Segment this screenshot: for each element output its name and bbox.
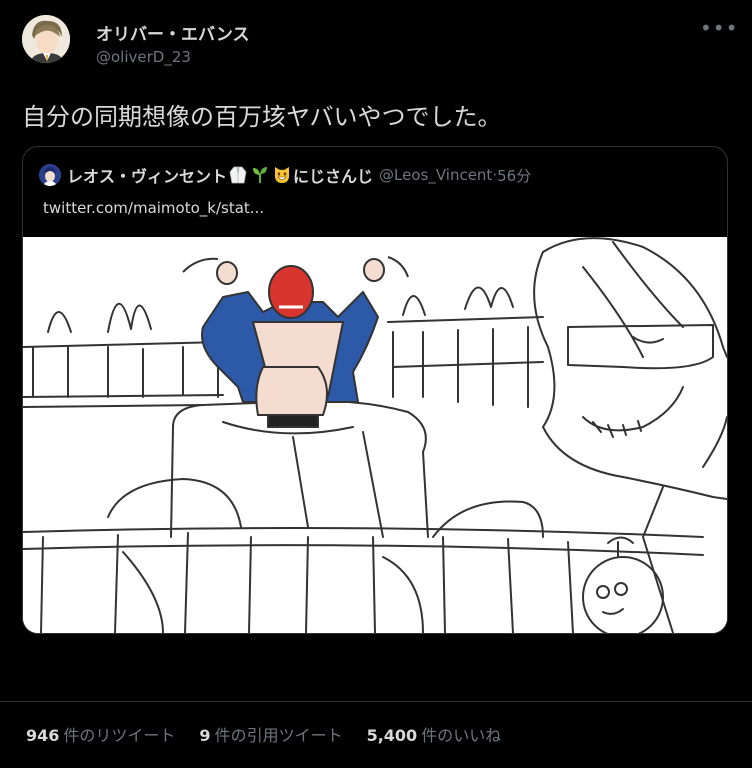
quoted-tweet-header: レオス・ヴィンセント にじさんじ @Leos_Vincent · 56分 bbox=[39, 163, 531, 187]
manga-illustration bbox=[23, 237, 727, 633]
retweets-label: 件のリツイート bbox=[63, 726, 176, 745]
more-options-button[interactable]: ••• bbox=[700, 18, 737, 46]
author-avatar[interactable] bbox=[22, 15, 70, 63]
likes-count: 5,400 bbox=[366, 726, 418, 745]
quote-tweets-count: 9 bbox=[199, 726, 211, 745]
quoted-timestamp[interactable]: 56分 bbox=[497, 165, 531, 186]
tweet: オリバー・エバンス @oliverD_23 ••• 自分の同期想像の百万垓ヤバい… bbox=[0, 0, 752, 768]
engagement-stats: 946 件のリツイート 9 件の引用ツイート 5,400 件のいいね bbox=[26, 722, 525, 746]
quoted-tweet-image[interactable] bbox=[23, 237, 727, 633]
likes-label: 件のいいね bbox=[421, 726, 502, 745]
tweet-text: 自分の同期想像の百万垓ヤバいやつでした。 bbox=[22, 103, 502, 131]
author-display-name[interactable]: オリバー・エバンス bbox=[96, 20, 250, 45]
quoted-author-name-suffix[interactable]: にじさんじ bbox=[293, 163, 373, 187]
retweets-stat[interactable]: 946 件のリツイート bbox=[26, 722, 175, 746]
quote-tweets-label: 件の引用ツイート bbox=[214, 726, 343, 745]
quote-tweets-stat[interactable]: 9 件の引用ツイート bbox=[199, 722, 342, 746]
quoted-author-avatar[interactable] bbox=[39, 164, 61, 186]
author-handle[interactable]: @oliverD_23 bbox=[96, 48, 191, 66]
lab-coat-emoji bbox=[229, 166, 247, 184]
quoted-author-handle[interactable]: @Leos_Vincent bbox=[379, 166, 492, 184]
retweets-count: 946 bbox=[26, 726, 60, 745]
likes-stat[interactable]: 5,400 件のいいね bbox=[367, 722, 502, 746]
quoted-author-name[interactable]: レオス・ヴィンセント bbox=[67, 163, 227, 187]
ellipsis-icon: ••• bbox=[700, 16, 739, 40]
quoted-tweet-link[interactable]: twitter.com/maimoto_k/stat... bbox=[43, 199, 264, 217]
seedling-emoji bbox=[253, 167, 268, 183]
stats-divider bbox=[0, 701, 752, 702]
grinning-cat-emoji bbox=[274, 167, 290, 183]
quoted-tweet-card[interactable]: レオス・ヴィンセント にじさんじ @Leos_Vincent · 56分 twi… bbox=[22, 146, 728, 634]
